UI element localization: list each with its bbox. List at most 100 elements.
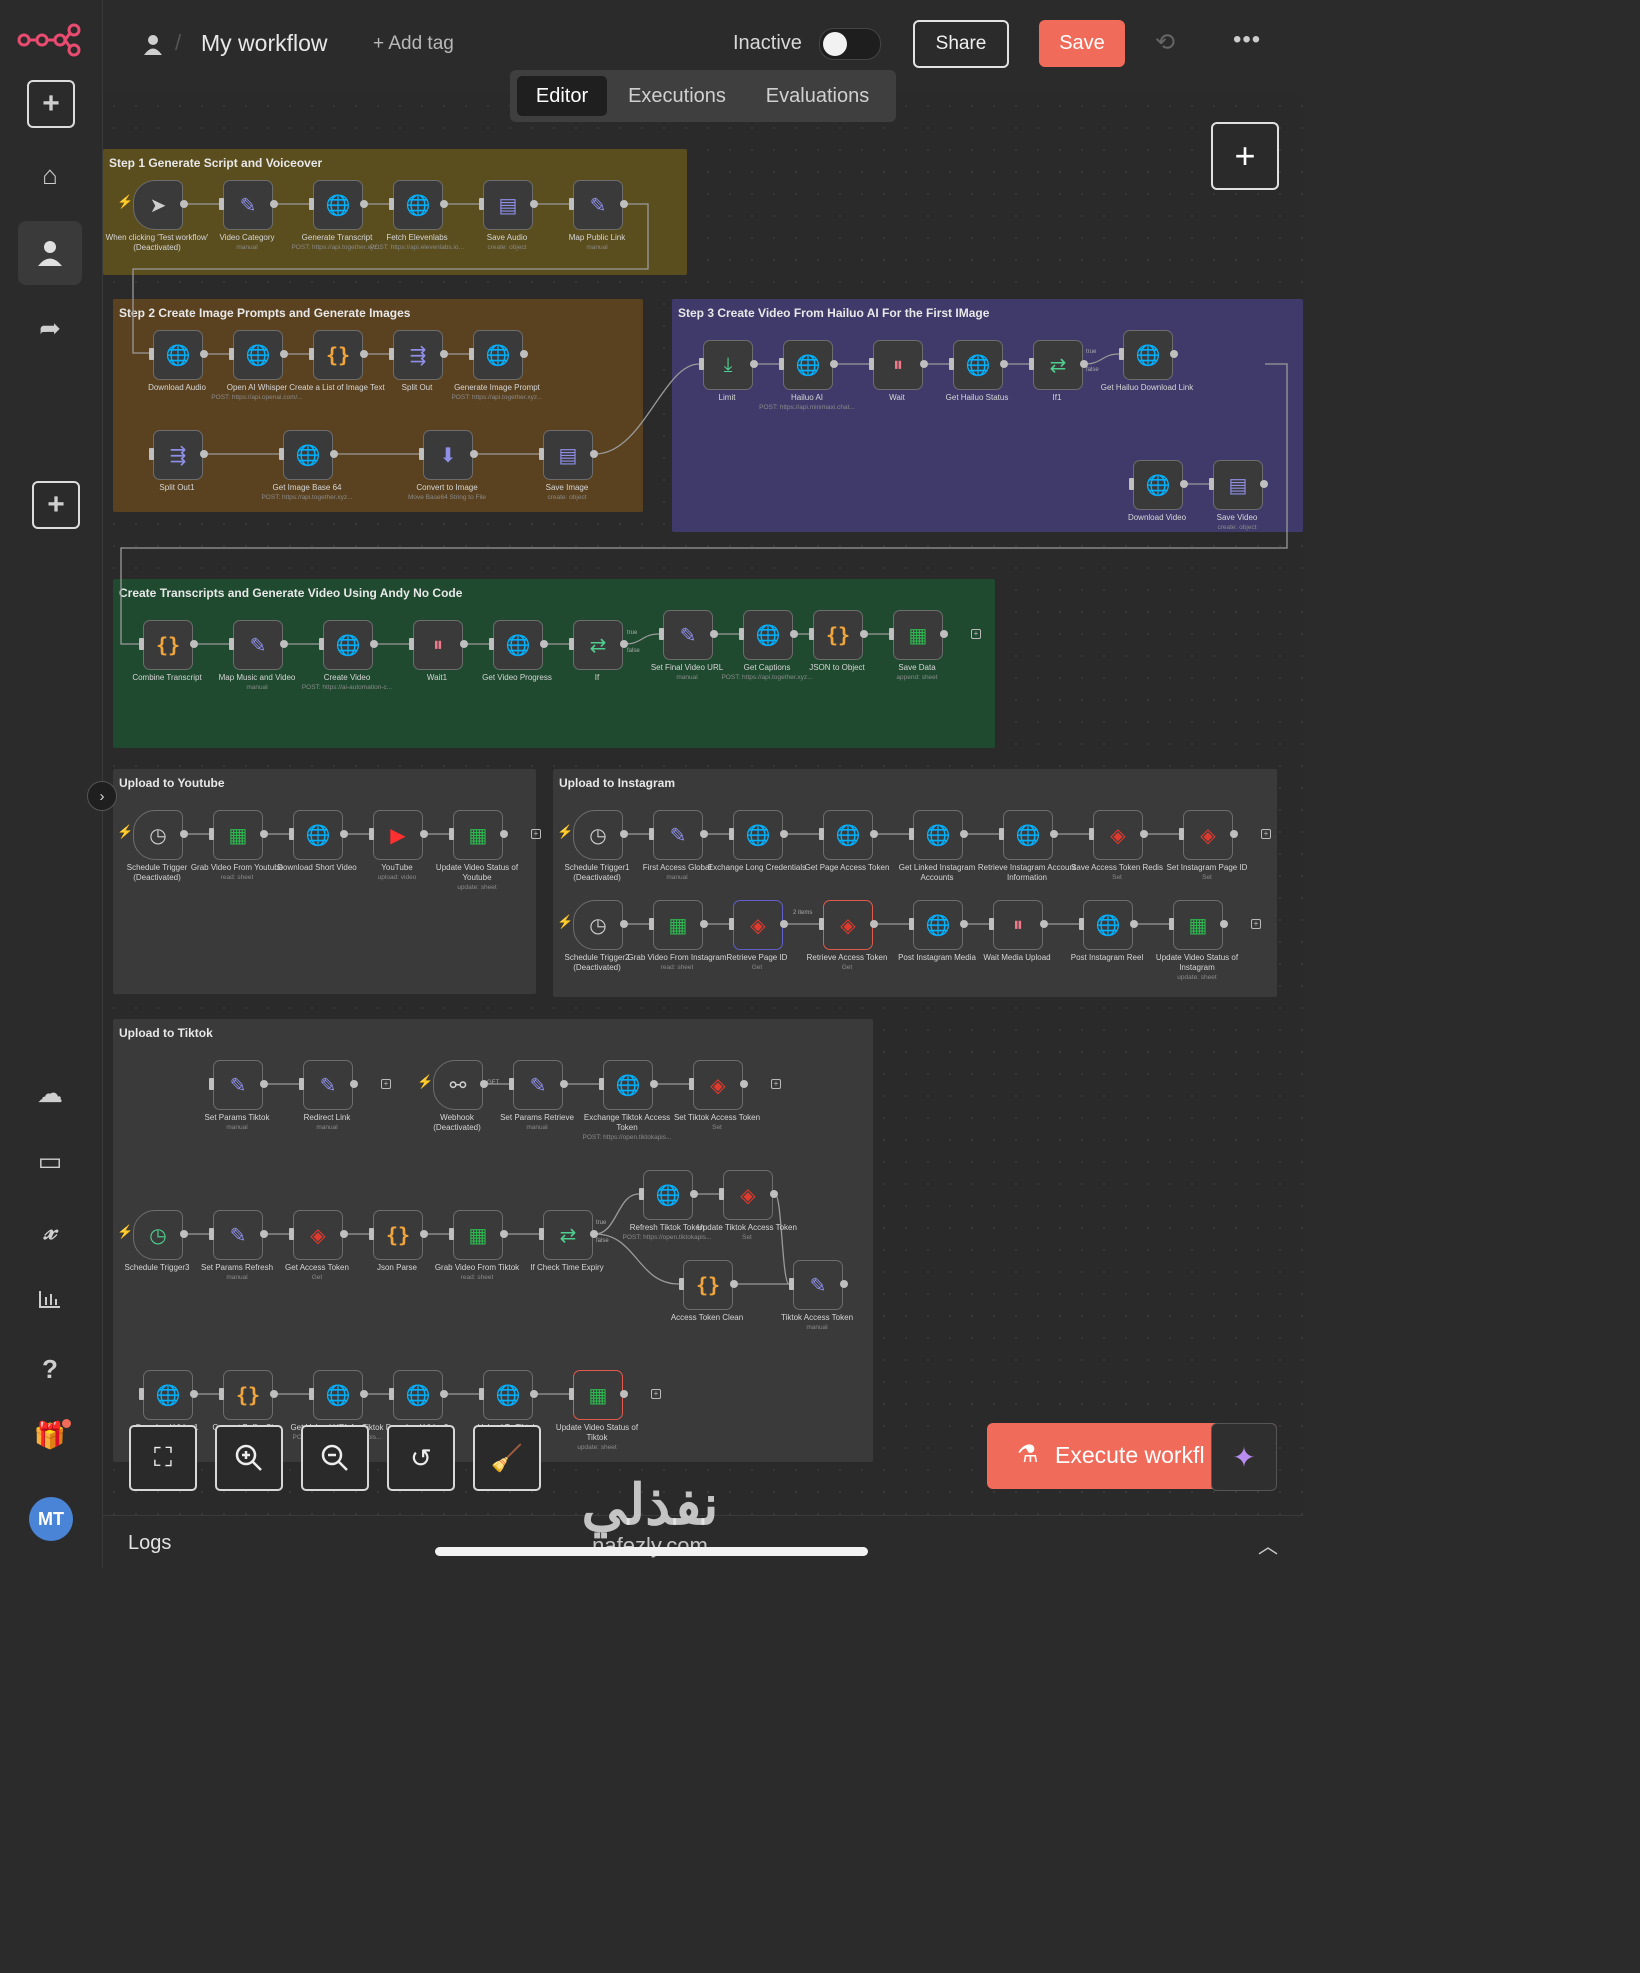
node-n59[interactable]: 🌐: [599, 1060, 658, 1110]
n8n-logo[interactable]: [16, 22, 82, 58]
tab-editor[interactable]: Editor: [517, 76, 607, 116]
output-handle[interactable]: [1220, 920, 1228, 928]
node-n40[interactable]: ✎: [649, 810, 708, 860]
node-n53[interactable]: 🌐: [1079, 900, 1138, 950]
node-n72[interactable]: {}: [219, 1370, 278, 1420]
output-handle[interactable]: [870, 920, 878, 928]
output-handle[interactable]: [200, 450, 208, 458]
node-n20[interactable]: ⇄: [1029, 340, 1088, 390]
save-button[interactable]: Save: [1039, 20, 1125, 67]
node-n17[interactable]: 🌐: [779, 340, 838, 390]
node-n65[interactable]: ▦: [449, 1210, 508, 1260]
output-handle[interactable]: [260, 830, 268, 838]
node-n42[interactable]: 🌐: [819, 810, 878, 860]
output-handle[interactable]: [270, 1390, 278, 1398]
input-handle[interactable]: [1119, 348, 1124, 360]
node-n38[interactable]: ▦: [449, 810, 508, 860]
output-handle[interactable]: [190, 640, 198, 648]
input-handle[interactable]: [369, 828, 374, 840]
add-next-node-handle[interactable]: +: [381, 1079, 391, 1089]
output-handle[interactable]: [920, 360, 928, 368]
node-n45[interactable]: ◈: [1089, 810, 1148, 860]
add-tag-button[interactable]: + Add tag: [373, 33, 454, 55]
output-handle[interactable]: [620, 1390, 628, 1398]
node-n49[interactable]: ◈: [729, 900, 788, 950]
output-handle[interactable]: [470, 450, 478, 458]
output-handle[interactable]: [180, 830, 188, 838]
node-n31[interactable]: 🌐: [739, 610, 798, 660]
input-handle[interactable]: [309, 198, 314, 210]
input-handle[interactable]: [219, 198, 224, 210]
input-handle[interactable]: [729, 918, 734, 930]
input-handle[interactable]: [1169, 918, 1174, 930]
share-button[interactable]: Share: [913, 20, 1009, 68]
output-handle[interactable]: [590, 1230, 598, 1238]
input-handle[interactable]: [389, 1388, 394, 1400]
output-handle[interactable]: [750, 360, 758, 368]
node-n41[interactable]: 🌐: [729, 810, 788, 860]
add-next-node-handle[interactable]: +: [1251, 919, 1261, 929]
output-handle[interactable]: [420, 830, 428, 838]
input-handle[interactable]: [299, 1078, 304, 1090]
output-handle[interactable]: [440, 200, 448, 208]
add-next-node-handle[interactable]: +: [651, 1389, 661, 1399]
add-next-node-handle[interactable]: +: [971, 629, 981, 639]
node-n7[interactable]: 🌐: [149, 330, 208, 380]
node-n35[interactable]: ▦: [209, 810, 268, 860]
output-handle[interactable]: [360, 200, 368, 208]
node-n24[interactable]: {}: [139, 620, 198, 670]
input-handle[interactable]: [479, 1388, 484, 1400]
node-n23[interactable]: ▤: [1209, 460, 1268, 510]
workflow-canvas[interactable]: Step 1 Generate Script and Voiceover Step…: [103, 95, 1303, 1515]
node-n46[interactable]: ◈: [1179, 810, 1238, 860]
output-handle[interactable]: [560, 1080, 568, 1088]
node-n5[interactable]: ▤: [479, 180, 538, 230]
zoom-out-button[interactable]: [301, 1425, 369, 1491]
output-handle[interactable]: [420, 1230, 428, 1238]
input-handle[interactable]: [739, 628, 744, 640]
output-handle[interactable]: [500, 830, 508, 838]
node-n30[interactable]: ✎: [659, 610, 718, 660]
output-handle[interactable]: [870, 830, 878, 838]
output-handle[interactable]: [590, 450, 598, 458]
input-handle[interactable]: [599, 1078, 604, 1090]
add-next-node-handle[interactable]: +: [1261, 829, 1271, 839]
output-handle[interactable]: [270, 200, 278, 208]
add-workflow-button[interactable]: +: [27, 80, 75, 128]
personal-icon[interactable]: [18, 221, 82, 285]
output-handle[interactable]: [260, 1230, 268, 1238]
input-handle[interactable]: [679, 1278, 684, 1290]
ai-assistant-sparkle-icon[interactable]: ✦: [1211, 1423, 1277, 1491]
input-handle[interactable]: [569, 1388, 574, 1400]
node-n75[interactable]: 🌐: [479, 1370, 538, 1420]
input-handle[interactable]: [989, 918, 994, 930]
node-n74[interactable]: 🌐: [389, 1370, 448, 1420]
input-handle[interactable]: [1129, 478, 1134, 490]
input-handle[interactable]: [509, 1078, 514, 1090]
fit-view-button[interactable]: ⛶: [129, 1425, 197, 1491]
input-handle[interactable]: [309, 348, 314, 360]
input-handle[interactable]: [209, 828, 214, 840]
help-icon[interactable]: ?: [27, 1346, 73, 1392]
output-handle[interactable]: [620, 200, 628, 208]
templates-icon[interactable]: ▭: [27, 1138, 73, 1184]
node-n6[interactable]: ✎: [569, 180, 628, 230]
input-handle[interactable]: [909, 828, 914, 840]
input-handle[interactable]: [719, 1188, 724, 1200]
input-handle[interactable]: [729, 828, 734, 840]
chevron-up-icon[interactable]: ︿: [1258, 1530, 1278, 1559]
input-handle[interactable]: [209, 1228, 214, 1240]
input-handle[interactable]: [319, 638, 324, 650]
input-handle[interactable]: [689, 1078, 694, 1090]
node-n11[interactable]: 🌐: [469, 330, 528, 380]
active-toggle[interactable]: [819, 28, 881, 60]
input-handle[interactable]: [389, 198, 394, 210]
node-n55[interactable]: ✎: [209, 1060, 268, 1110]
output-handle[interactable]: [1040, 920, 1048, 928]
output-handle[interactable]: [440, 350, 448, 358]
node-n66[interactable]: ⇄: [539, 1210, 598, 1260]
add-project-button[interactable]: +: [32, 481, 80, 529]
node-n32[interactable]: {}: [809, 610, 868, 660]
input-handle[interactable]: [149, 448, 154, 460]
node-n9[interactable]: {}: [309, 330, 368, 380]
